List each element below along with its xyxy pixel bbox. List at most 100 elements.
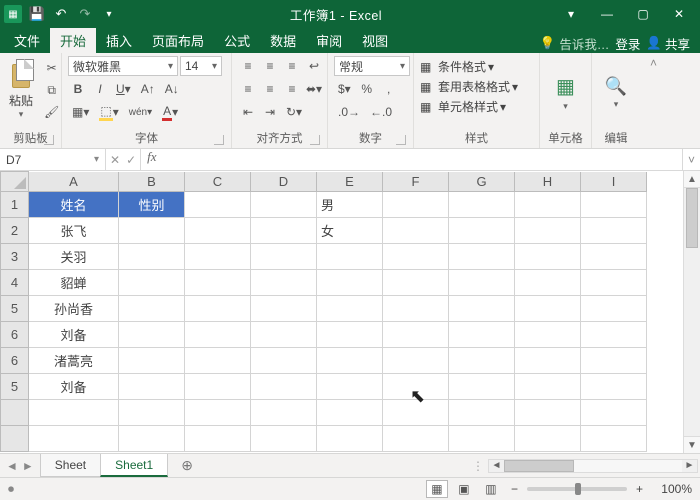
align-bottom-icon[interactable]: ≡: [282, 56, 302, 76]
cell-H8[interactable]: [515, 374, 581, 400]
tab-view[interactable]: 视图: [352, 28, 398, 53]
tab-insert[interactable]: 插入: [96, 28, 142, 53]
tell-me[interactable]: 💡 告诉我…: [540, 34, 610, 53]
conditional-format-button[interactable]: ▦条件格式▾: [420, 58, 533, 75]
row-header[interactable]: 3: [1, 244, 29, 270]
col-header-B[interactable]: B: [119, 172, 185, 192]
copy-icon[interactable]: ⧉: [40, 80, 63, 100]
expand-formula-icon[interactable]: ˅: [682, 149, 700, 170]
cell-A7[interactable]: 渚蒿亮: [29, 348, 119, 374]
minimize-button[interactable]: —: [590, 3, 624, 25]
record-macro-icon[interactable]: ⏺: [8, 482, 14, 497]
col-header-A[interactable]: A: [29, 172, 119, 192]
cell-F1[interactable]: [383, 192, 449, 218]
cell-H1[interactable]: [515, 192, 581, 218]
formula-input[interactable]: [163, 149, 682, 170]
percent-icon[interactable]: %: [357, 79, 377, 99]
cell-H2[interactable]: [515, 218, 581, 244]
align-middle-icon[interactable]: ≡: [260, 56, 280, 76]
ribbon-display-icon[interactable]: ▾: [554, 3, 588, 25]
decrease-indent-icon[interactable]: ⇤: [238, 102, 258, 122]
cell-empty[interactable]: [317, 400, 383, 426]
cell-empty[interactable]: [251, 400, 317, 426]
format-painter-icon[interactable]: 🖌: [40, 102, 63, 122]
tab-file[interactable]: 文件: [4, 28, 50, 53]
cell-A2[interactable]: 张飞: [29, 218, 119, 244]
cell-empty[interactable]: [515, 400, 581, 426]
cell-B5[interactable]: [119, 296, 185, 322]
tab-home[interactable]: 开始: [50, 28, 96, 53]
number-format-select[interactable]: 常规▾: [334, 56, 410, 76]
decrease-decimal-icon[interactable]: ←.0: [366, 102, 396, 122]
undo-icon[interactable]: ↶: [52, 5, 70, 23]
cell-F2[interactable]: [383, 218, 449, 244]
name-box[interactable]: D7▾: [0, 149, 106, 170]
align-right-icon[interactable]: ≡: [282, 79, 302, 99]
fx-icon[interactable]: fx: [141, 149, 162, 170]
sheet-tab-0[interactable]: Sheet: [40, 454, 101, 477]
underline-button[interactable]: U▾: [112, 79, 135, 99]
tab-review[interactable]: 审阅: [306, 28, 352, 53]
cell-A8[interactable]: 刘备: [29, 374, 119, 400]
cell-empty[interactable]: [251, 426, 317, 452]
cell-B4[interactable]: [119, 270, 185, 296]
cell-A4[interactable]: 貂蝉: [29, 270, 119, 296]
col-header-C[interactable]: C: [185, 172, 251, 192]
cell-F7[interactable]: [383, 348, 449, 374]
cell-H7[interactable]: [515, 348, 581, 374]
cell-F4[interactable]: [383, 270, 449, 296]
zoom-slider[interactable]: [527, 487, 627, 491]
fill-color-button[interactable]: ⬚▾: [95, 102, 122, 122]
qat-customize-icon[interactable]: ▾: [100, 5, 118, 23]
row-header[interactable]: 1: [1, 192, 29, 218]
cell-empty[interactable]: [317, 426, 383, 452]
cell-G5[interactable]: [449, 296, 515, 322]
scroll-right-icon[interactable]: ►: [682, 460, 697, 472]
sheet-tab-1[interactable]: Sheet1: [100, 454, 168, 477]
comma-icon[interactable]: ,: [379, 79, 399, 99]
increase-decimal-icon[interactable]: .0→: [334, 102, 364, 122]
redo-icon[interactable]: ↷: [76, 5, 94, 23]
align-launcher-icon[interactable]: [310, 135, 320, 145]
cell-H3[interactable]: [515, 244, 581, 270]
cell-H6[interactable]: [515, 322, 581, 348]
cell-B8[interactable]: [119, 374, 185, 400]
cell-C5[interactable]: [185, 296, 251, 322]
bold-button[interactable]: B: [68, 79, 88, 99]
cell-B3[interactable]: [119, 244, 185, 270]
cell-I6[interactable]: [581, 322, 647, 348]
cell-G3[interactable]: [449, 244, 515, 270]
cell-E4[interactable]: [317, 270, 383, 296]
find-button[interactable]: 🔍: [605, 76, 627, 97]
row-header[interactable]: 4: [1, 270, 29, 296]
vertical-scrollbar[interactable]: ▲ ▼: [683, 171, 700, 453]
cell-C2[interactable]: [185, 218, 251, 244]
cell-empty[interactable]: [29, 426, 119, 452]
scroll-down-icon[interactable]: ▼: [684, 436, 700, 453]
cell-D8[interactable]: [251, 374, 317, 400]
cell-E1[interactable]: 男: [317, 192, 383, 218]
row-header[interactable]: 6: [1, 348, 29, 374]
cell-E5[interactable]: [317, 296, 383, 322]
save-icon[interactable]: 💾: [28, 5, 46, 23]
col-header-F[interactable]: F: [383, 172, 449, 192]
cell-F5[interactable]: [383, 296, 449, 322]
cell-D1[interactable]: [251, 192, 317, 218]
cell-empty[interactable]: [185, 426, 251, 452]
cell-E6[interactable]: [317, 322, 383, 348]
page-break-view-icon[interactable]: ▥: [480, 480, 502, 498]
cell-F3[interactable]: [383, 244, 449, 270]
cell-D5[interactable]: [251, 296, 317, 322]
cell-C6[interactable]: [185, 322, 251, 348]
increase-font-icon[interactable]: A↑: [137, 79, 159, 99]
decrease-font-icon[interactable]: A↓: [161, 79, 183, 99]
font-name-select[interactable]: 微软雅黑▾: [68, 56, 178, 76]
merge-button[interactable]: ⬌▾: [304, 79, 324, 99]
cell-empty[interactable]: [383, 426, 449, 452]
scroll-left-icon[interactable]: ◄: [489, 460, 504, 472]
select-all-corner[interactable]: [1, 172, 29, 192]
cell-G2[interactable]: [449, 218, 515, 244]
cell-empty[interactable]: [581, 400, 647, 426]
cell-B1[interactable]: 性别: [119, 192, 185, 218]
share-button[interactable]: 👤 共享: [646, 34, 690, 53]
